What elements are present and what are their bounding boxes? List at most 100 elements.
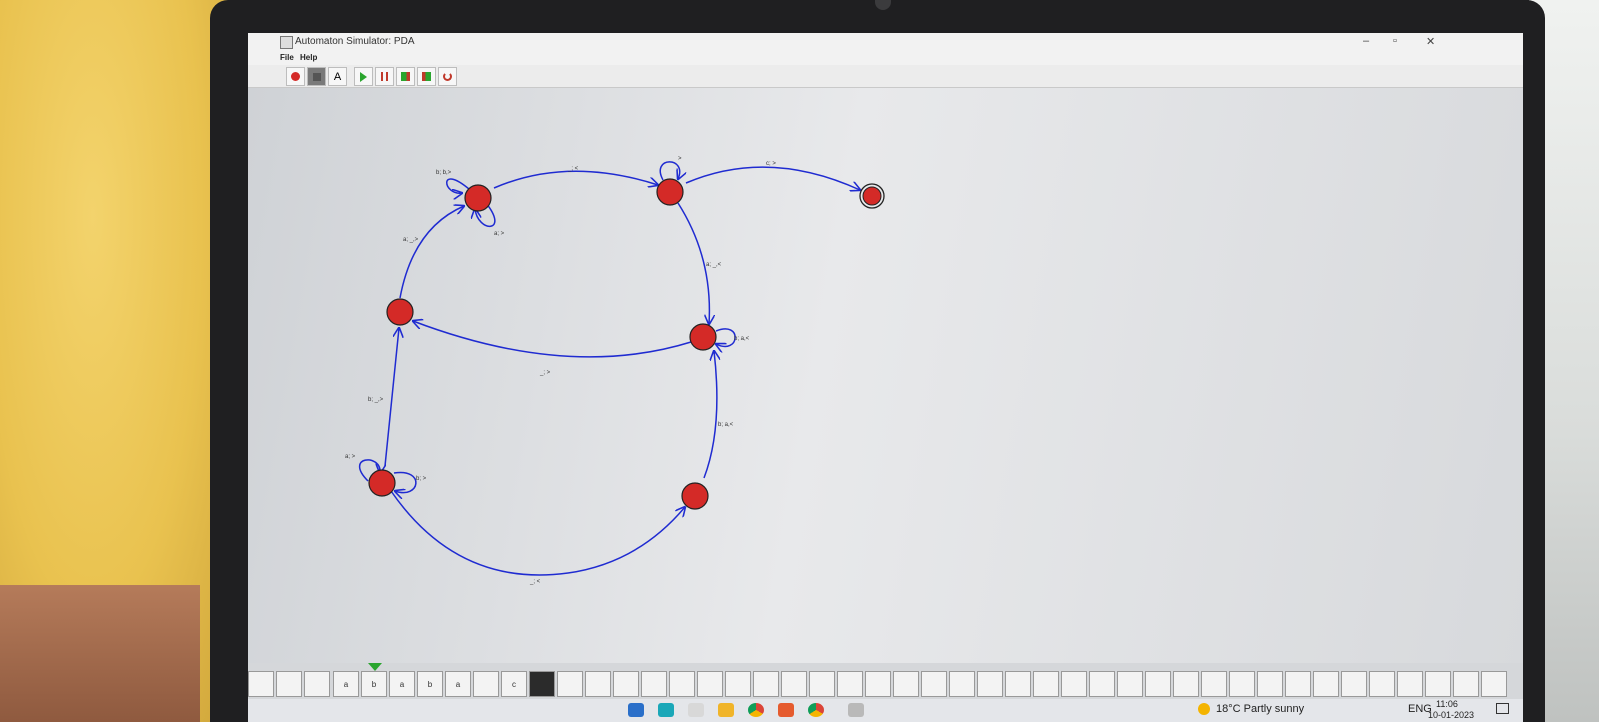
tape-cell[interactable]: a [445,671,471,697]
tape-cell[interactable] [1089,671,1115,697]
loop-q0-b [394,471,417,492]
pause-button[interactable] [375,67,394,86]
label-q6-q5: b; a,< [718,422,734,428]
text-tool-button[interactable]: A [328,67,347,86]
weather-icon [1198,703,1210,715]
tape-cell[interactable]: b [417,671,443,697]
run-button[interactable] [354,67,373,86]
add-state-button[interactable] [286,67,305,86]
edge-q5-q1 [413,321,692,358]
tape-cell[interactable] [1313,671,1339,697]
step-forward-button[interactable] [396,67,415,86]
store-app-icon[interactable] [658,703,674,717]
edge-q3-q5 [677,202,709,324]
state-q3 [656,178,684,206]
step-forward-icon [401,72,410,81]
tape-cell[interactable] [977,671,1003,697]
step-back-icon [422,72,431,81]
tape-cell[interactable] [837,671,863,697]
menu-file[interactable]: File [280,53,294,62]
tape-cell-marker[interactable] [529,671,555,697]
automaton-canvas[interactable]: a; > b; > b; _,> _; < a; _,> b; b,> a; >… [248,88,1523,668]
tape-cell[interactable] [809,671,835,697]
select-tool-button[interactable] [307,67,326,86]
notification-icon[interactable] [1496,703,1509,714]
tape-cell[interactable] [304,671,330,697]
tape-cell[interactable] [921,671,947,697]
tape-cell[interactable] [1061,671,1087,697]
chrome-app-icon[interactable] [808,703,824,717]
label-q2-self-b: b; b,> [436,170,452,176]
weather-text[interactable]: 18°C Partly sunny [1216,703,1304,715]
clock-date[interactable]: 10-01-2023 [1428,710,1474,720]
tape-cell[interactable] [865,671,891,697]
tape-cell[interactable] [585,671,611,697]
minimize-button[interactable]: – [1363,35,1369,47]
tape-cell[interactable] [1145,671,1171,697]
clock-time[interactable]: 11:06 [1436,699,1458,709]
java-app-icon[interactable] [848,703,864,717]
select-tool-icon [312,72,321,81]
tape-cell[interactable] [1257,671,1283,697]
close-button[interactable]: ✕ [1426,35,1435,48]
tape-cell[interactable] [1005,671,1031,697]
reset-button[interactable] [438,67,457,86]
loop-q3 [659,161,679,180]
tape-cell[interactable] [557,671,583,697]
label-q0-self-b: b; > [416,476,427,482]
label-q0-q6: _; < [529,579,541,585]
tape-head-icon [368,663,382,671]
window-titlebar: Automaton Simulator: PDA – ▫ ✕ [248,33,1523,51]
laptop-screen: Automaton Simulator: PDA – ▫ ✕ File Help… [248,33,1523,722]
tape-cell[interactable]: a [333,671,359,697]
tape-cell[interactable] [1481,671,1507,697]
windows-taskbar: 18°C Partly sunny ENG 11:06 10-01-2023 [248,699,1523,722]
tape-cell[interactable] [1453,671,1479,697]
play-icon [360,71,367,82]
edge-q1-q2 [399,206,464,299]
tape-cell[interactable] [641,671,667,697]
tape-cell[interactable] [1033,671,1059,697]
tape-cell[interactable] [473,671,499,697]
tape-cell[interactable] [753,671,779,697]
tape-cell[interactable] [1117,671,1143,697]
loop-q5 [716,328,736,347]
tape-cell[interactable] [725,671,751,697]
tape-cell[interactable] [1229,671,1255,697]
tape-cell[interactable] [1285,671,1311,697]
label-q5-self: b; a,< [734,336,750,342]
tape-cell[interactable] [781,671,807,697]
window-title: Automaton Simulator: PDA [295,36,415,47]
maximize-button[interactable]: ▫ [1393,35,1397,47]
chrome-app-icon[interactable] [748,703,764,717]
step-back-button[interactable] [417,67,436,86]
tape-cell[interactable] [1173,671,1199,697]
tape-cell[interactable] [248,671,274,697]
tape-cell[interactable] [697,671,723,697]
menu-help[interactable]: Help [300,53,317,62]
app-icon[interactable] [688,703,704,717]
loop-q2-b [446,178,470,193]
edge-q6-q5 [703,351,717,479]
tape-cell[interactable] [1369,671,1395,697]
tape-cell[interactable]: c [501,671,527,697]
office-app-icon[interactable] [778,703,794,717]
label-q5-q1: _; > [539,370,551,376]
tape-cell[interactable] [276,671,302,697]
folder-app-icon[interactable] [718,703,734,717]
tape-cell-current[interactable]: b [361,671,387,697]
tape-cell[interactable] [613,671,639,697]
tape-cell[interactable] [1201,671,1227,697]
tape-cell[interactable] [1425,671,1451,697]
tape-cell[interactable] [669,671,695,697]
toolbar: A [248,65,1523,88]
label-q0-q1: b; _,> [368,397,384,403]
tape-cell[interactable] [893,671,919,697]
tape-cell[interactable] [1397,671,1423,697]
tape-cell[interactable]: a [389,671,415,697]
edge-q3-q4 [685,166,860,190]
pause-icon [381,72,388,81]
edge-app-icon[interactable] [628,703,644,717]
tape-cell[interactable] [949,671,975,697]
tape-cell[interactable] [1341,671,1367,697]
